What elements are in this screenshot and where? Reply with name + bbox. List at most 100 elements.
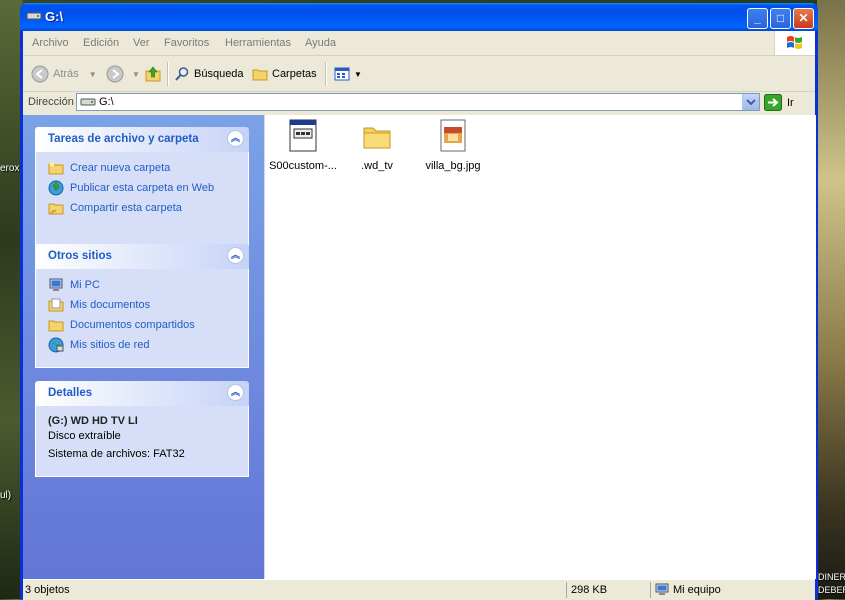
details-panel: Detalles ︽ (G:) WD HD TV LI Disco extraí…	[35, 381, 249, 477]
forward-dropdown-icon[interactable]: ▼	[132, 70, 140, 79]
menu-edicion[interactable]: Edición	[83, 37, 119, 49]
go-button[interactable]: Ir	[764, 94, 794, 111]
place-link[interactable]: Mis documentos	[48, 295, 248, 315]
file-name: S00custom-...	[269, 160, 337, 172]
panel-header[interactable]: Otros sitios ︽	[35, 244, 249, 269]
go-arrow-icon	[764, 94, 782, 111]
back-label: Atrás	[53, 68, 79, 80]
back-dropdown-icon[interactable]: ▼	[89, 70, 97, 79]
address-bar: Dirección G:\ Ir	[23, 92, 815, 114]
file-item[interactable]: villa_bg.jpg	[415, 119, 491, 172]
panel-header[interactable]: Detalles ︽	[35, 381, 249, 406]
shared-folder-icon	[48, 320, 64, 332]
file-name: .wd_tv	[361, 160, 393, 172]
close-button[interactable]: ✕	[793, 8, 814, 29]
desktop-label[interactable]: DEBER	[818, 585, 845, 595]
forward-button[interactable]: ▼	[106, 64, 140, 84]
file-name: villa_bg.jpg	[425, 160, 481, 172]
window-title: G:\	[45, 9, 64, 24]
menu-herramientas[interactable]: Herramientas	[225, 37, 291, 49]
minimize-icon: _	[754, 11, 761, 25]
explorer-window: G:\ _ □ ✕ Archivo Edición Ver Favoritos …	[20, 3, 818, 600]
file-item[interactable]: S00custom-...	[265, 119, 341, 172]
desktop-right-edge	[817, 0, 845, 599]
address-field[interactable]: G:\	[76, 93, 760, 111]
windows-logo	[774, 31, 815, 55]
desktop-label[interactable]: DINER	[818, 572, 845, 582]
desktop-label[interactable]: ul)	[0, 490, 11, 501]
search-label: Búsqueda	[194, 68, 244, 80]
up-folder-button[interactable]	[144, 64, 162, 84]
collapse-icon[interactable]: ︽	[227, 384, 244, 401]
status-divider	[566, 582, 567, 598]
status-location-label: Mi equipo	[673, 584, 721, 596]
desktop-left-edge	[0, 0, 22, 599]
search-icon	[175, 67, 189, 81]
folders-button[interactable]: Carpetas	[252, 64, 317, 84]
task-pane: Tareas de archivo y carpeta ︽ Crear nuev…	[23, 115, 264, 579]
computer-icon	[655, 583, 669, 595]
status-divider	[650, 582, 651, 598]
back-button[interactable]: Atrás ▼	[31, 64, 97, 84]
standard-toolbar: Atrás ▼ ▼ Búsqueda Carpetas ▼	[23, 56, 815, 92]
title-bar[interactable]: G:\ _ □ ✕	[20, 3, 818, 31]
collapse-icon[interactable]: ︽	[227, 247, 244, 264]
network-places-icon	[48, 337, 64, 353]
image-file-icon	[440, 119, 466, 152]
panel-title: Otros sitios	[48, 250, 112, 262]
detail-drive-type: Disco extraíble	[48, 430, 121, 442]
task-label: Compartir esta carpeta	[70, 202, 182, 214]
place-label: Mi PC	[70, 279, 100, 291]
folders-label: Carpetas	[272, 68, 317, 80]
desktop-label[interactable]: erox	[0, 163, 19, 174]
search-button[interactable]: Búsqueda	[174, 64, 244, 84]
task-link[interactable]: Publicar esta carpeta en Web	[48, 178, 248, 198]
installer-icon	[289, 119, 317, 152]
other-places-panel: Otros sitios ︽ Mi PC Mis documentos Docu…	[35, 244, 249, 368]
place-link[interactable]: Mis sitios de red	[48, 335, 248, 355]
new-folder-icon	[48, 161, 64, 175]
web-publish-icon	[48, 180, 64, 196]
panel-body: Crear nueva carpeta Publicar esta carpet…	[35, 152, 249, 246]
address-dropdown-button[interactable]	[742, 94, 759, 110]
drive-icon	[80, 98, 96, 106]
file-tasks-panel: Tareas de archivo y carpeta ︽ Crear nuev…	[35, 127, 249, 246]
status-location: Mi equipo	[655, 580, 721, 600]
status-size: 298 KB	[571, 584, 608, 596]
toolbar-separator	[325, 62, 327, 86]
panel-body: Mi PC Mis documentos Documentos comparti…	[35, 269, 249, 368]
menu-bar: Archivo Edición Ver Favoritos Herramient…	[23, 31, 815, 56]
place-link[interactable]: Mi PC	[48, 275, 248, 295]
folder-icon	[252, 69, 268, 81]
file-item[interactable]: .wd_tv	[339, 119, 415, 172]
task-label: Publicar esta carpeta en Web	[70, 182, 215, 194]
minimize-button[interactable]: _	[747, 8, 768, 29]
collapse-icon[interactable]: ︽	[227, 130, 244, 147]
up-folder-icon	[145, 66, 161, 82]
maximize-icon: □	[776, 11, 785, 25]
share-folder-icon	[48, 203, 64, 215]
menu-ayuda[interactable]: Ayuda	[305, 37, 336, 49]
views-grid-icon	[334, 67, 350, 81]
panel-body: (G:) WD HD TV LI Disco extraíble Sistema…	[35, 406, 249, 477]
address-value: G:\	[99, 96, 114, 108]
task-link[interactable]: Compartir esta carpeta	[48, 198, 248, 218]
windows-flag-icon	[787, 36, 802, 49]
file-view: S00custom-... .wd_tv villa_bg.jpg	[264, 115, 816, 579]
documents-folder-icon	[48, 298, 64, 312]
close-icon: ✕	[798, 11, 809, 25]
panel-title: Detalles	[48, 387, 93, 399]
panel-header[interactable]: Tareas de archivo y carpeta ︽	[35, 127, 249, 152]
task-link[interactable]: Crear nueva carpeta	[48, 158, 248, 178]
task-label: Crear nueva carpeta	[70, 162, 171, 174]
back-arrow-icon	[31, 65, 49, 83]
menu-ver[interactable]: Ver	[133, 37, 150, 49]
maximize-button[interactable]: □	[770, 8, 791, 29]
menu-favoritos[interactable]: Favoritos	[164, 37, 209, 49]
views-dropdown-icon: ▼	[354, 69, 362, 79]
menu-archivo[interactable]: Archivo	[32, 37, 69, 49]
forward-arrow-icon	[106, 65, 124, 83]
place-link[interactable]: Documentos compartidos	[48, 315, 248, 335]
views-button[interactable]: ▼	[334, 64, 362, 84]
chevron-down-icon	[746, 99, 756, 106]
